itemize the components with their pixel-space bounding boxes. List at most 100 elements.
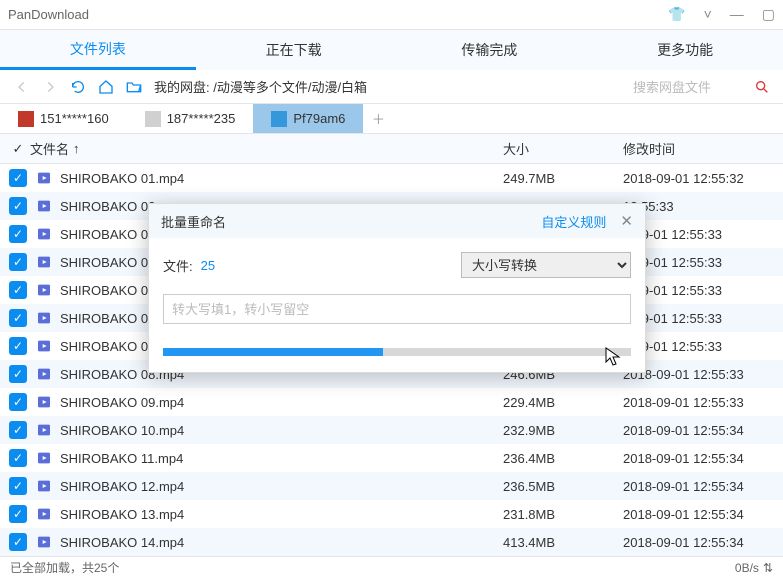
row-checkbox[interactable]: ✓ [6, 253, 30, 271]
app-title: PanDownload [8, 7, 668, 22]
progress-bar [163, 348, 631, 356]
table-row[interactable]: ✓SHIROBAKO 01.mp4249.7MB2018-09-01 12:55… [0, 164, 783, 192]
refresh-icon [70, 79, 86, 95]
file-count-value: 25 [201, 258, 215, 273]
select-all-checkbox[interactable]: ✓ [6, 141, 30, 157]
video-file-icon [34, 338, 54, 354]
titlebar: PanDownload 👕 ˅ — ▢ [0, 0, 783, 30]
file-name: SHIROBAKO 14.mp4 [60, 535, 503, 550]
tab-label: 更多功能 [657, 40, 713, 60]
file-size: 236.4MB [503, 451, 623, 466]
row-checkbox[interactable]: ✓ [6, 449, 30, 467]
row-checkbox[interactable]: ✓ [6, 505, 30, 523]
row-checkbox[interactable]: ✓ [6, 365, 30, 383]
file-size: 236.5MB [503, 479, 623, 494]
file-date: 2018-09-01 12:55:34 [623, 479, 783, 494]
row-checkbox[interactable]: ✓ [6, 169, 30, 187]
video-file-icon [34, 478, 54, 494]
row-checkbox[interactable]: ✓ [6, 533, 30, 551]
file-date: 2018-09-01 12:55:34 [623, 423, 783, 438]
dialog-title: 批量重命名 [161, 212, 541, 231]
account-tabs: 151*****160 187*****235 Pf79am6 ＋ [0, 104, 783, 134]
tab-downloading[interactable]: 正在下载 [196, 30, 392, 70]
row-checkbox[interactable]: ✓ [6, 197, 30, 215]
column-name[interactable]: 文件名 ↑ [30, 139, 503, 158]
row-checkbox[interactable]: ✓ [6, 225, 30, 243]
file-size: 413.4MB [503, 535, 623, 550]
file-date: 8-09-01 12:55:33 [623, 227, 783, 242]
status-speed: 0B/s [735, 561, 759, 575]
transform-select[interactable]: 大小写转换 [461, 252, 631, 278]
file-size: 232.9MB [503, 423, 623, 438]
rename-input[interactable] [163, 294, 631, 324]
table-row[interactable]: ✓SHIROBAKO 09.mp4229.4MB2018-09-01 12:55… [0, 388, 783, 416]
row-checkbox[interactable]: ✓ [6, 281, 30, 299]
file-name: SHIROBAKO 12.mp4 [60, 479, 503, 494]
tab-label: 传输完成 [461, 40, 517, 60]
window-controls: 👕 ˅ — ▢ [668, 6, 775, 23]
custom-rule-link[interactable]: 自定义规则 [541, 212, 606, 231]
account-tab[interactable]: 187*****235 [127, 104, 254, 133]
row-checkbox[interactable]: ✓ [6, 393, 30, 411]
file-date: 8-09-01 12:55:33 [623, 311, 783, 326]
file-date: 2018-09-01 12:55:33 [623, 367, 783, 382]
file-date: 2018-09-01 12:55:34 [623, 507, 783, 522]
row-checkbox[interactable]: ✓ [6, 309, 30, 327]
file-date: 2018-09-01 12:55:32 [623, 171, 783, 186]
video-file-icon [34, 282, 54, 298]
search-input[interactable]: 搜索网盘文件 [629, 77, 749, 96]
status-bar: 已全部加载，共25个 0B/s ⇅ [0, 556, 783, 578]
row-checkbox[interactable]: ✓ [6, 421, 30, 439]
dropdown-icon[interactable]: ˅ [704, 6, 712, 23]
file-date: 8-09-01 12:55:33 [623, 283, 783, 298]
add-account-button[interactable]: ＋ [363, 104, 393, 133]
column-header: ✓ 文件名 ↑ 大小 修改时间 [0, 134, 783, 164]
account-tab[interactable]: 151*****160 [0, 104, 127, 133]
video-file-icon [34, 226, 54, 242]
video-file-icon [34, 170, 54, 186]
refresh-button[interactable] [64, 73, 92, 101]
avatar [18, 111, 34, 127]
table-row[interactable]: ✓SHIROBAKO 11.mp4236.4MB2018-09-01 12:55… [0, 444, 783, 472]
avatar [145, 111, 161, 127]
row-checkbox[interactable]: ✓ [6, 477, 30, 495]
file-size: 229.4MB [503, 395, 623, 410]
file-count-label: 文件: [163, 256, 193, 275]
back-button[interactable] [8, 73, 36, 101]
shirt-icon[interactable]: 👕 [668, 6, 685, 23]
video-file-icon [34, 534, 54, 550]
file-date: 2018-09-01 12:55:34 [623, 535, 783, 550]
video-file-icon [34, 254, 54, 270]
folder-button[interactable] [120, 73, 148, 101]
breadcrumb[interactable]: 我的网盘: /动漫等多个文件/动漫/白箱 [148, 77, 629, 96]
table-row[interactable]: ✓SHIROBAKO 13.mp4231.8MB2018-09-01 12:55… [0, 500, 783, 528]
tab-completed[interactable]: 传输完成 [392, 30, 588, 70]
search-button[interactable] [749, 79, 775, 95]
chevron-right-icon [43, 80, 57, 94]
tab-file-list[interactable]: 文件列表 [0, 30, 196, 70]
table-row[interactable]: ✓ SHIROBAKO 10.mp4232.9MB2018-09-01 12:55… [0, 416, 783, 444]
dialog-close-button[interactable]: ✕ [620, 212, 633, 230]
tab-more[interactable]: 更多功能 [587, 30, 783, 70]
file-name: SHIROBAKO 11.mp4 [60, 451, 503, 466]
file-date: 8-09-01 12:55:33 [623, 255, 783, 270]
file-name: SHIROBAKO 10.mp4 [60, 423, 503, 438]
row-checkbox[interactable]: ✓ [6, 337, 30, 355]
table-row[interactable]: ✓ SHIROBAKO 14.mp4413.4MB2018-09-01 12:55… [0, 528, 783, 556]
search-icon [754, 79, 770, 95]
close-button[interactable]: ▢ [762, 6, 775, 23]
forward-button[interactable] [36, 73, 64, 101]
main-tabs: 文件列表 正在下载 传输完成 更多功能 [0, 30, 783, 70]
avatar [271, 111, 287, 127]
minimize-button[interactable]: — [730, 6, 744, 23]
column-size[interactable]: 大小 [503, 139, 623, 158]
file-date: 8-09-01 12:55:33 [623, 339, 783, 354]
status-left: 已全部加载，共25个 [10, 559, 119, 576]
account-tab[interactable]: Pf79am6 [253, 104, 363, 133]
table-row[interactable]: ✓ SHIROBAKO 12.mp4236.5MB2018-09-01 12:55… [0, 472, 783, 500]
video-file-icon [34, 506, 54, 522]
home-button[interactable] [92, 73, 120, 101]
column-date[interactable]: 修改时间 [623, 139, 783, 158]
progress-fill [163, 348, 383, 356]
folder-open-icon [125, 79, 143, 95]
